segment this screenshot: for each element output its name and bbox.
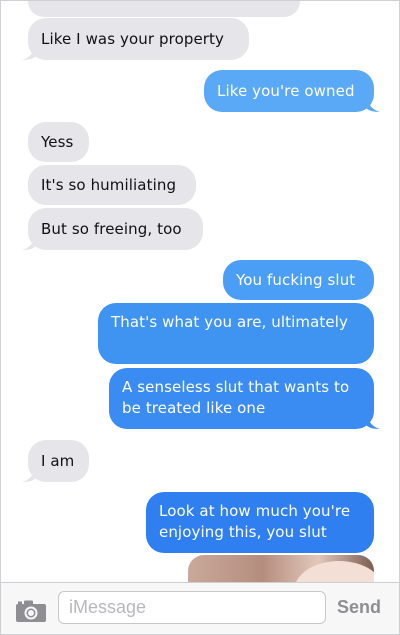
message-text: That's what you are, ultimately xyxy=(111,313,348,331)
message-bubble-received: But so freeing, too xyxy=(22,208,203,250)
message-thread[interactable]: Like I was your property Like you're own… xyxy=(0,0,400,635)
message-bubble-sent: That's what you are, ultimately xyxy=(98,303,374,364)
message-bubble-received: It's so humiliating xyxy=(28,165,196,205)
message-text: Like I was your property xyxy=(41,29,225,48)
message-bubble-received: Like I was your property xyxy=(22,18,249,60)
message-bubble-sent: Like you're owned xyxy=(204,70,380,112)
bubble-tail xyxy=(22,466,36,482)
message-bubble-sent: You fucking slut xyxy=(223,260,374,300)
composer-bar: iMessage Send xyxy=(1,582,399,634)
send-button[interactable]: Send xyxy=(337,597,381,618)
message-bubble-sent: A senseless slut that wants to be treate… xyxy=(109,368,380,429)
message-text: Look at how much you're enjoying this, y… xyxy=(159,502,351,541)
camera-icon[interactable] xyxy=(15,599,47,623)
message-input[interactable]: iMessage xyxy=(58,591,326,624)
message-text: You fucking slut xyxy=(236,270,356,289)
message-bubble-received: I am xyxy=(22,440,89,482)
bubble-tail xyxy=(366,96,380,112)
message-bubble-sent: Look at how much you're enjoying this, y… xyxy=(146,492,374,553)
message-text: It's so humiliating xyxy=(41,175,177,194)
message-text: But so freeing, too xyxy=(41,219,182,238)
message-text: A senseless slut that wants to be treate… xyxy=(122,378,350,417)
message-text: Yess xyxy=(41,132,74,151)
bubble-tail xyxy=(22,234,36,250)
message-text: Like you're owned xyxy=(217,81,355,100)
message-bubble-received: Yess xyxy=(28,122,89,162)
bubble-tail xyxy=(366,413,380,429)
message-bubble-received xyxy=(28,1,300,17)
bubble-tail xyxy=(22,44,36,60)
message-text: I am xyxy=(41,451,75,470)
message-input-placeholder: iMessage xyxy=(69,597,147,617)
